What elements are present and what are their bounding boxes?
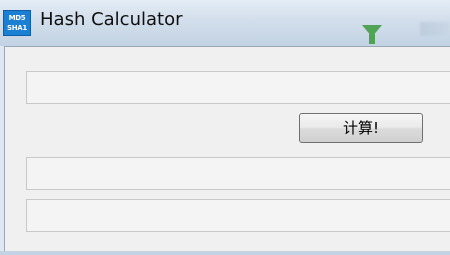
client-area: 计算! bbox=[4, 46, 450, 255]
background-decoration-icon bbox=[362, 25, 382, 44]
window-bottom-edge bbox=[0, 251, 450, 255]
md5-sha1-app-icon: MD5 SHA1 bbox=[3, 10, 31, 36]
background-decoration bbox=[420, 22, 450, 36]
app-icon-line1: MD5 bbox=[8, 14, 26, 22]
sha1-result-field[interactable] bbox=[26, 199, 450, 232]
hash-calculator-window: MD5 SHA1 Hash Calculator 计算! bbox=[0, 0, 450, 255]
app-icon-line2: SHA1 bbox=[7, 24, 27, 32]
calculate-button[interactable]: 计算! bbox=[299, 113, 423, 143]
window-title: Hash Calculator bbox=[40, 9, 183, 30]
input-text-field[interactable] bbox=[26, 71, 450, 104]
title-bar[interactable]: MD5 SHA1 Hash Calculator bbox=[0, 0, 450, 46]
md5-result-field[interactable] bbox=[26, 157, 450, 190]
